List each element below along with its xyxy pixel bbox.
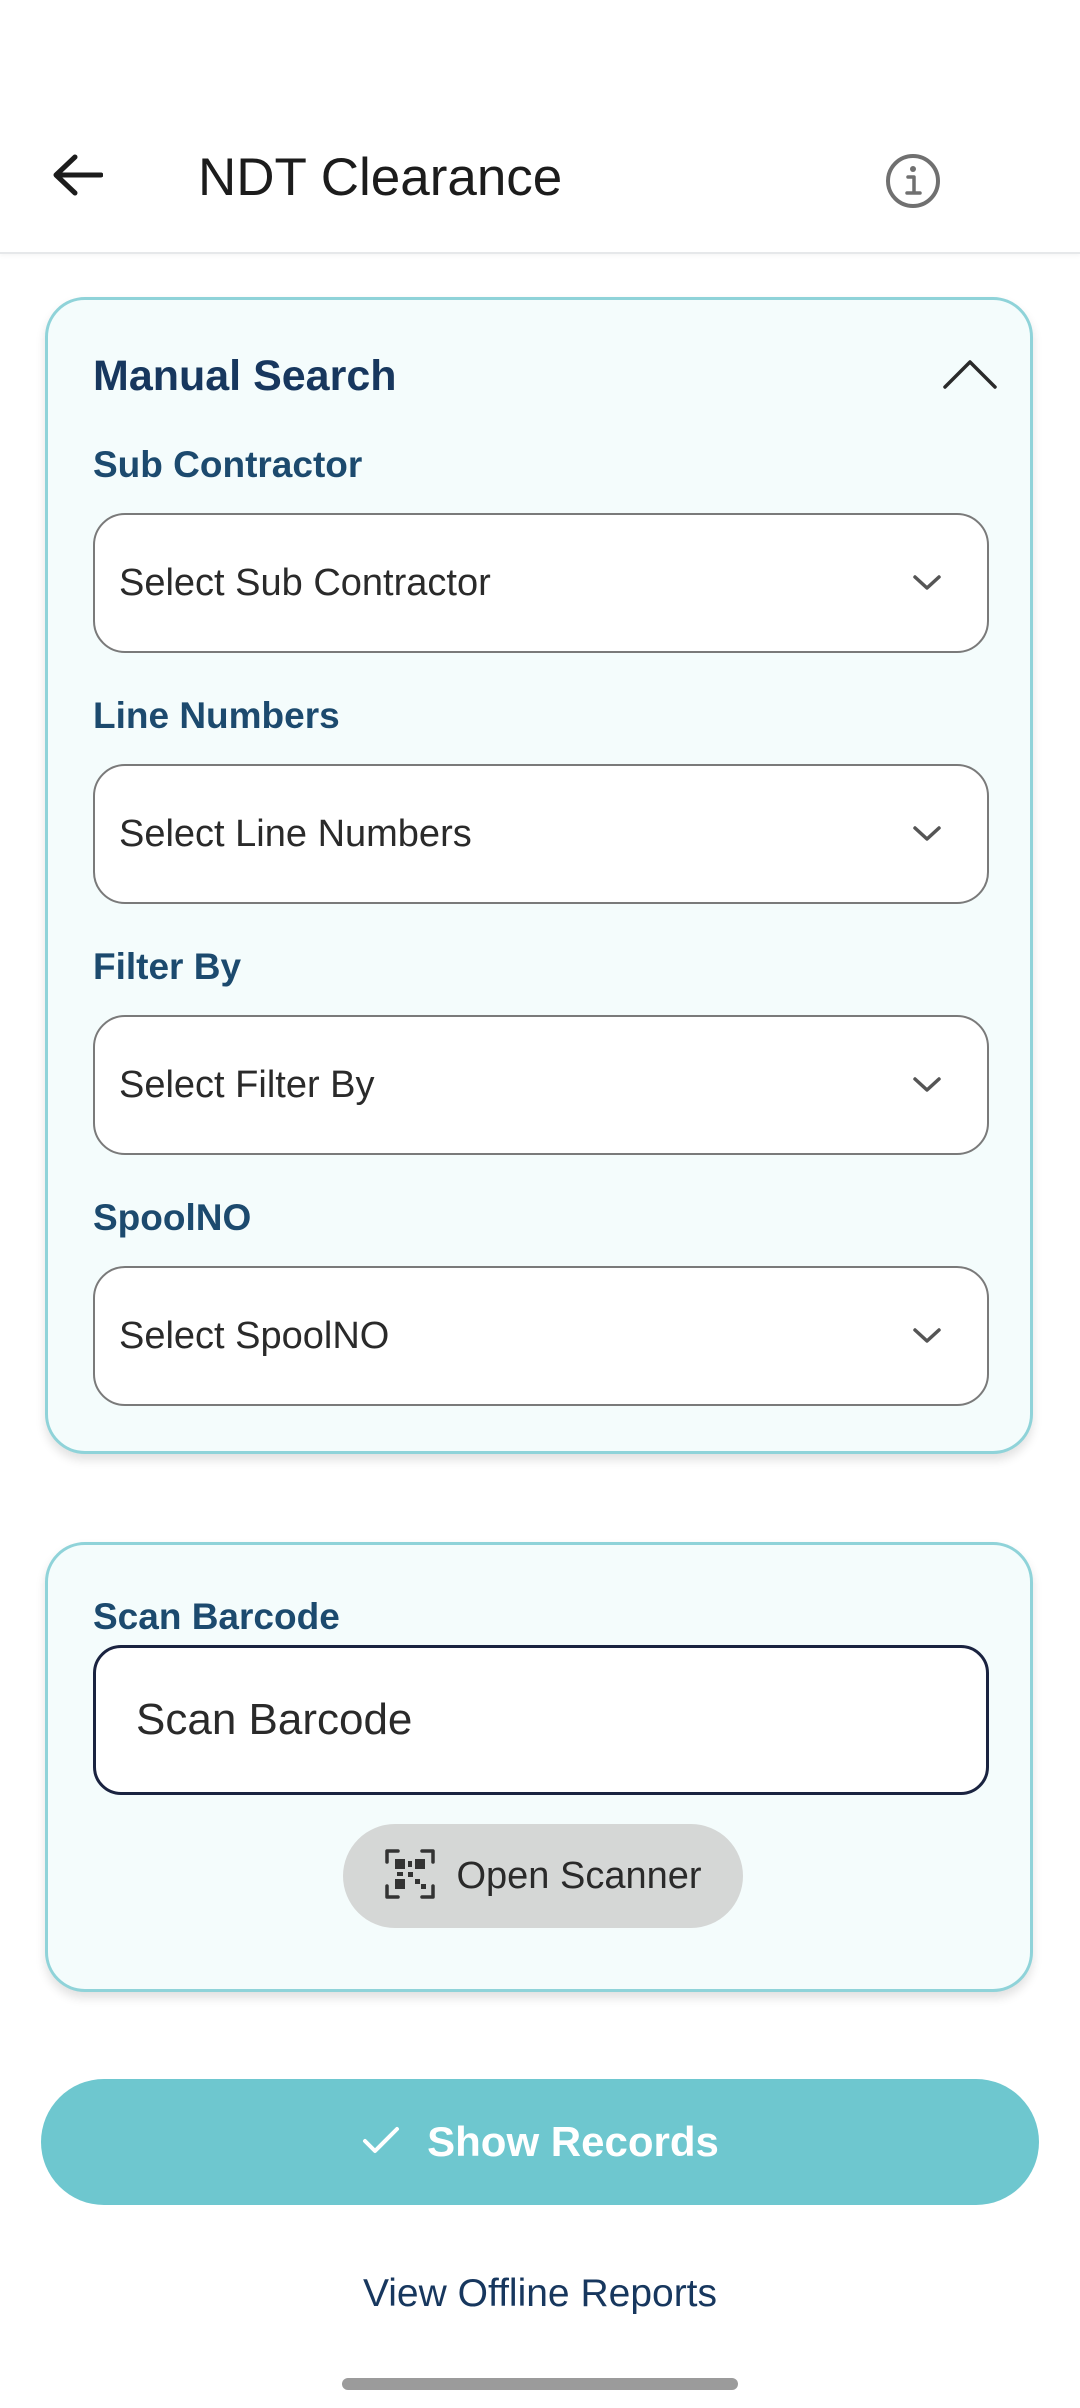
manual-search-title: Manual Search bbox=[93, 352, 397, 400]
chevron-down-icon bbox=[897, 1065, 957, 1105]
back-button[interactable] bbox=[40, 140, 114, 214]
page-title: NDT Clearance bbox=[198, 148, 563, 207]
sub-contractor-select-text: Select Sub Contractor bbox=[119, 561, 491, 604]
show-records-label: Show Records bbox=[427, 2118, 719, 2165]
filter-by-label: Filter By bbox=[93, 946, 242, 987]
line-numbers-select[interactable]: Select Line Numbers bbox=[93, 764, 989, 904]
filter-by-select-text: Select Filter By bbox=[119, 1063, 375, 1106]
chevron-down-icon bbox=[897, 814, 957, 854]
show-records-button[interactable]: Show Records bbox=[41, 2079, 1039, 2205]
chevron-down-icon bbox=[897, 563, 957, 603]
info-button[interactable] bbox=[876, 146, 950, 220]
info-icon bbox=[884, 152, 942, 215]
scan-barcode-input[interactable] bbox=[93, 1645, 989, 1795]
home-indicator[interactable] bbox=[342, 2378, 738, 2390]
qr-code-icon bbox=[384, 1848, 436, 1905]
arrow-left-icon bbox=[51, 153, 104, 202]
manual-search-card: Manual Search Sub Contractor Select Sub … bbox=[45, 297, 1033, 1454]
filter-by-select[interactable]: Select Filter By bbox=[93, 1015, 989, 1155]
scan-barcode-label: Scan Barcode bbox=[93, 1596, 340, 1637]
collapse-button[interactable] bbox=[940, 350, 1000, 400]
view-offline-reports-link[interactable]: View Offline Reports bbox=[0, 2272, 1080, 2316]
open-scanner-label: Open Scanner bbox=[456, 1854, 702, 1897]
spoolno-select[interactable]: Select SpoolNO bbox=[93, 1266, 989, 1406]
check-icon bbox=[361, 2124, 401, 2161]
spoolno-label: SpoolNO bbox=[93, 1197, 252, 1238]
line-numbers-select-text: Select Line Numbers bbox=[119, 812, 472, 855]
sub-contractor-label: Sub Contractor bbox=[93, 444, 363, 485]
scan-barcode-card: Scan Barcode Open Scanner bbox=[45, 1542, 1033, 1992]
app-bar: NDT Clearance bbox=[0, 0, 1080, 254]
chevron-down-icon bbox=[897, 1316, 957, 1356]
sub-contractor-select[interactable]: Select Sub Contractor bbox=[93, 513, 989, 653]
spoolno-select-text: Select SpoolNO bbox=[119, 1314, 390, 1357]
line-numbers-label: Line Numbers bbox=[93, 695, 340, 736]
chevron-up-icon bbox=[942, 356, 998, 395]
open-scanner-button[interactable]: Open Scanner bbox=[343, 1824, 743, 1928]
